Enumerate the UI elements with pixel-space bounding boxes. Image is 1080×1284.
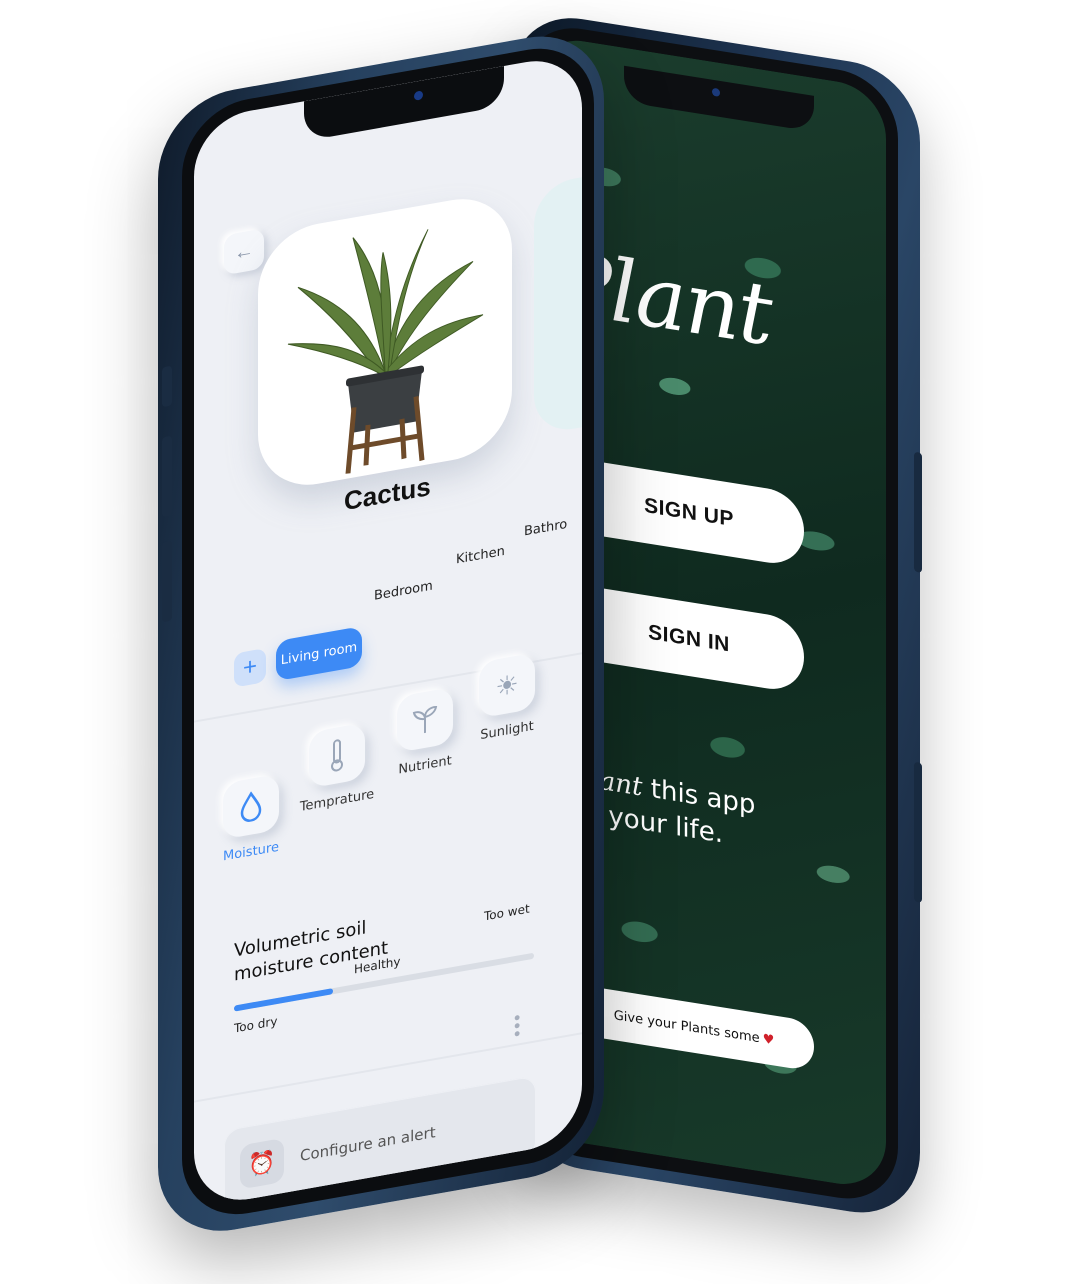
alert-label: Configure an alert: [300, 1123, 436, 1165]
moisture-level-fill: [234, 988, 333, 1012]
add-room-button[interactable]: +: [234, 647, 266, 688]
sprout-icon: [397, 686, 453, 753]
plant-image-card[interactable]: [258, 189, 512, 495]
side-button: [914, 761, 922, 903]
heart-icon: ♥: [762, 1031, 775, 1049]
arrow-left-icon: ←: [234, 238, 254, 265]
love-pill[interactable]: Give your Plants some ♥: [574, 983, 814, 1072]
metric-nutrient[interactable]: Nutrient: [380, 684, 470, 781]
level-too-dry: Too dry: [234, 1013, 278, 1036]
metric-label: Temprature: [299, 786, 375, 815]
plant-phone: ← Cactus + Living room Bedroom Kitchen B…: [158, 24, 604, 1244]
metric-temperature[interactable]: Temprature: [292, 720, 382, 817]
volume-up-button: [162, 435, 172, 518]
more-vertical-icon[interactable]: • • •: [514, 1007, 520, 1044]
metric-moisture[interactable]: Moisture: [206, 771, 296, 868]
metric-sunlight[interactable]: ☀ Sunlight: [462, 650, 552, 747]
thermometer-icon: [309, 722, 365, 789]
metric-label: Nutrient: [398, 753, 452, 778]
moisture-title: Volumetric soil moisture content: [234, 917, 389, 986]
metric-label: Moisture: [223, 839, 279, 865]
droplet-icon: [223, 773, 279, 840]
plant-image: [287, 229, 484, 474]
notch: [624, 65, 814, 132]
tab-kitchen[interactable]: Kitchen: [456, 544, 505, 568]
next-plant-card[interactable]: [534, 175, 582, 436]
level-too-wet: Too wet: [484, 901, 530, 924]
metric-label: Sunlight: [480, 718, 534, 744]
volume-down-button: [162, 540, 172, 623]
back-button[interactable]: ←: [224, 228, 264, 276]
plant-name: Cactus: [344, 470, 431, 517]
mute-switch: [162, 365, 172, 408]
power-button: [914, 451, 922, 573]
tab-bedroom[interactable]: Bedroom: [374, 579, 433, 604]
sign-in-button[interactable]: SIGN IN: [574, 583, 804, 695]
tab-living-room[interactable]: Living room: [276, 626, 362, 682]
tab-bathroom[interactable]: Bathro: [524, 517, 567, 540]
plus-icon: +: [242, 652, 257, 683]
camera-icon: [712, 87, 720, 97]
sign-up-button[interactable]: SIGN UP: [574, 457, 804, 569]
plant-screen: ← Cactus + Living room Bedroom Kitchen B…: [194, 52, 582, 1209]
sun-icon: ☀: [479, 652, 535, 719]
alarm-clock-icon: ⏰: [240, 1137, 284, 1190]
love-text: Give your Plants some: [613, 1007, 760, 1046]
